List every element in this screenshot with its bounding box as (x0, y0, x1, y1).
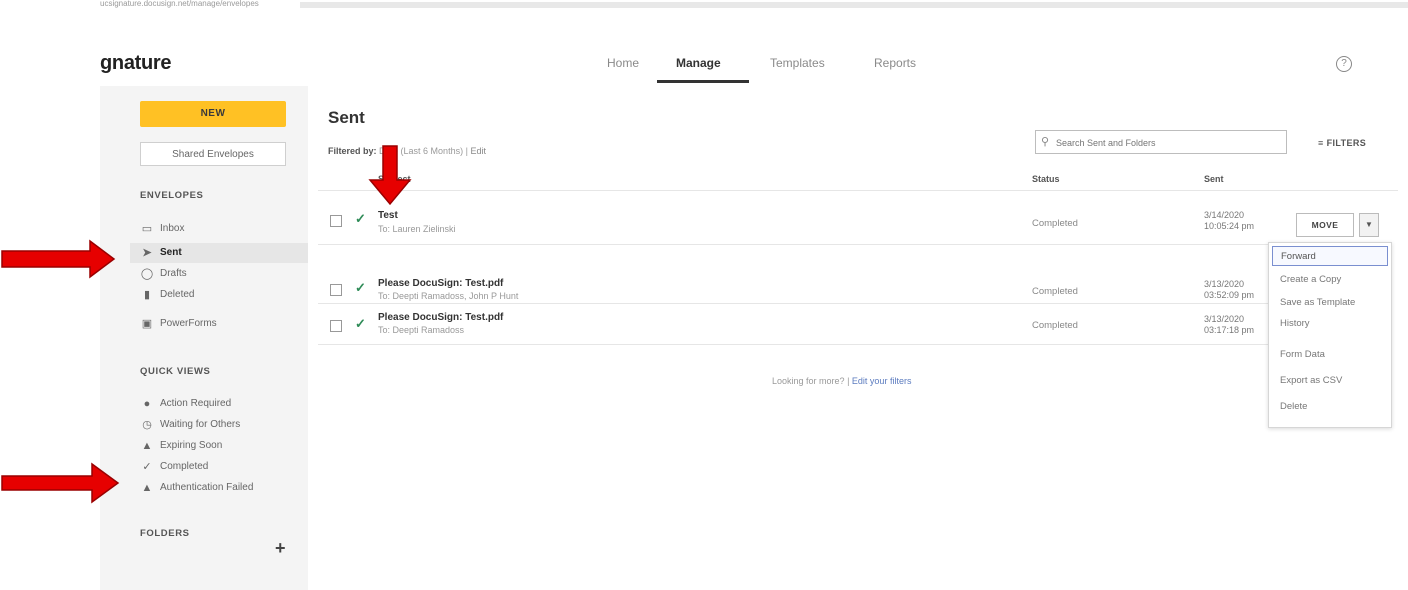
red-arrow-test-subject (368, 145, 412, 206)
annotation-arrows (1, 145, 412, 504)
red-arrow-sent (1, 239, 116, 279)
red-arrow-completed (1, 462, 120, 504)
